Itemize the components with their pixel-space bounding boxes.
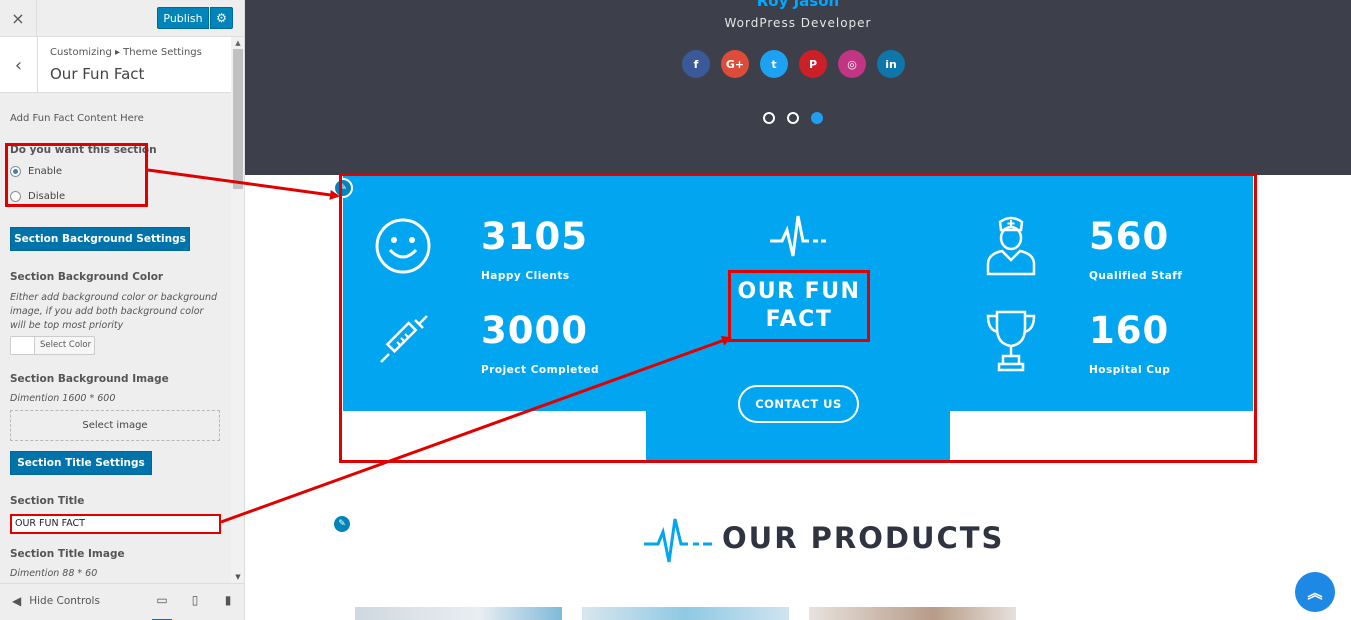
linkedin-icon[interactable]: in bbox=[877, 50, 905, 78]
hero-section: Roy Jason WordPress Developer f G+ t P ◎ in bbox=[245, 0, 1351, 175]
annotation-box-funfact bbox=[339, 173, 1257, 463]
slider-dot[interactable] bbox=[787, 112, 799, 124]
desktop-preview-icon[interactable]: ▭ bbox=[152, 593, 172, 620]
products-section-title: OUR PRODUCTS bbox=[722, 521, 1005, 555]
tablet-preview-icon[interactable]: ▯ bbox=[185, 593, 205, 611]
close-customizer-button[interactable]: × bbox=[0, 0, 37, 37]
section-title-input[interactable]: OUR FUN FACT bbox=[10, 514, 221, 534]
publish-settings-button[interactable]: ⚙ bbox=[210, 7, 233, 29]
close-icon: × bbox=[11, 9, 25, 28]
slider-dot[interactable] bbox=[763, 112, 775, 124]
customizer-panel: × Publish ⚙ ‹ Customizing ▸ Theme Settin… bbox=[0, 0, 245, 620]
slider-dot-active[interactable] bbox=[811, 112, 823, 124]
panel-section-title: Our Fun Fact bbox=[50, 65, 145, 83]
person-role: WordPress Developer bbox=[724, 16, 872, 30]
bg-color-label: Section Background Color bbox=[10, 271, 164, 283]
scroll-thumb[interactable] bbox=[233, 49, 243, 189]
section-title-settings-button[interactable]: Section Title Settings bbox=[10, 451, 152, 475]
panel-scrollbar[interactable]: ▲ ▼ bbox=[231, 37, 244, 583]
bg-color-description: Either add background color or backgroun… bbox=[10, 292, 218, 331]
pinterest-icon[interactable]: P bbox=[799, 50, 827, 78]
chevron-left-icon: ‹ bbox=[14, 54, 23, 76]
breadcrumb: Customizing ▸ Theme Settings bbox=[50, 47, 202, 58]
section-title-label: Section Title bbox=[10, 495, 85, 507]
double-chevron-up-icon: ︽ bbox=[1307, 583, 1323, 602]
gear-icon: ⚙ bbox=[216, 11, 227, 25]
bg-image-description: Dimention 1600 * 600 bbox=[10, 393, 116, 404]
mobile-preview-icon[interactable]: ▮ bbox=[218, 593, 238, 611]
slider-dots bbox=[763, 112, 823, 124]
select-color-label: Select Color bbox=[40, 340, 92, 350]
title-image-label: Section Title Image bbox=[10, 548, 125, 560]
section-header: ‹ Customizing ▸ Theme Settings Our Fun F… bbox=[0, 37, 231, 93]
social-links: f G+ t P ◎ in bbox=[682, 50, 905, 78]
heartbeat-icon bbox=[644, 518, 712, 563]
twitter-icon[interactable]: t bbox=[760, 50, 788, 78]
product-thumbnail[interactable] bbox=[582, 607, 789, 620]
select-color-button[interactable]: Select Color bbox=[10, 336, 95, 355]
select-image-button[interactable]: Select image bbox=[10, 410, 220, 441]
scroll-up-arrow-icon[interactable]: ▲ bbox=[231, 37, 244, 49]
person-name: Roy Jason bbox=[756, 0, 840, 10]
product-thumbnail[interactable] bbox=[355, 607, 562, 620]
collapse-icon: ◀ bbox=[12, 594, 22, 608]
section-background-settings-button[interactable]: Section Background Settings bbox=[10, 227, 190, 251]
panel-header: × Publish ⚙ bbox=[0, 0, 244, 37]
hide-controls-button[interactable]: ◀ Hide Controls bbox=[12, 594, 100, 608]
bg-image-label: Section Background Image bbox=[10, 373, 169, 385]
facebook-icon[interactable]: f bbox=[682, 50, 710, 78]
color-swatch bbox=[11, 337, 35, 354]
scroll-down-arrow-icon[interactable]: ▼ bbox=[231, 571, 244, 583]
publish-button[interactable]: Publish bbox=[157, 7, 209, 29]
title-image-description: Dimention 88 * 60 bbox=[10, 568, 98, 579]
hide-controls-label: Hide Controls bbox=[29, 595, 100, 607]
back-button[interactable]: ‹ bbox=[0, 37, 38, 93]
instagram-icon[interactable]: ◎ bbox=[838, 50, 866, 78]
edit-shortcut-pencil-icon[interactable]: ✎ bbox=[332, 514, 352, 534]
annotation-box-enable bbox=[5, 143, 148, 207]
back-to-top-button[interactable]: ︽ bbox=[1295, 572, 1335, 612]
panel-footer: ◀ Hide Controls ▭ ▯ ▮ bbox=[0, 583, 244, 620]
product-thumbnail[interactable] bbox=[809, 607, 1016, 620]
google-plus-icon[interactable]: G+ bbox=[721, 50, 749, 78]
intro-text: Add Fun Fact Content Here bbox=[10, 113, 144, 124]
